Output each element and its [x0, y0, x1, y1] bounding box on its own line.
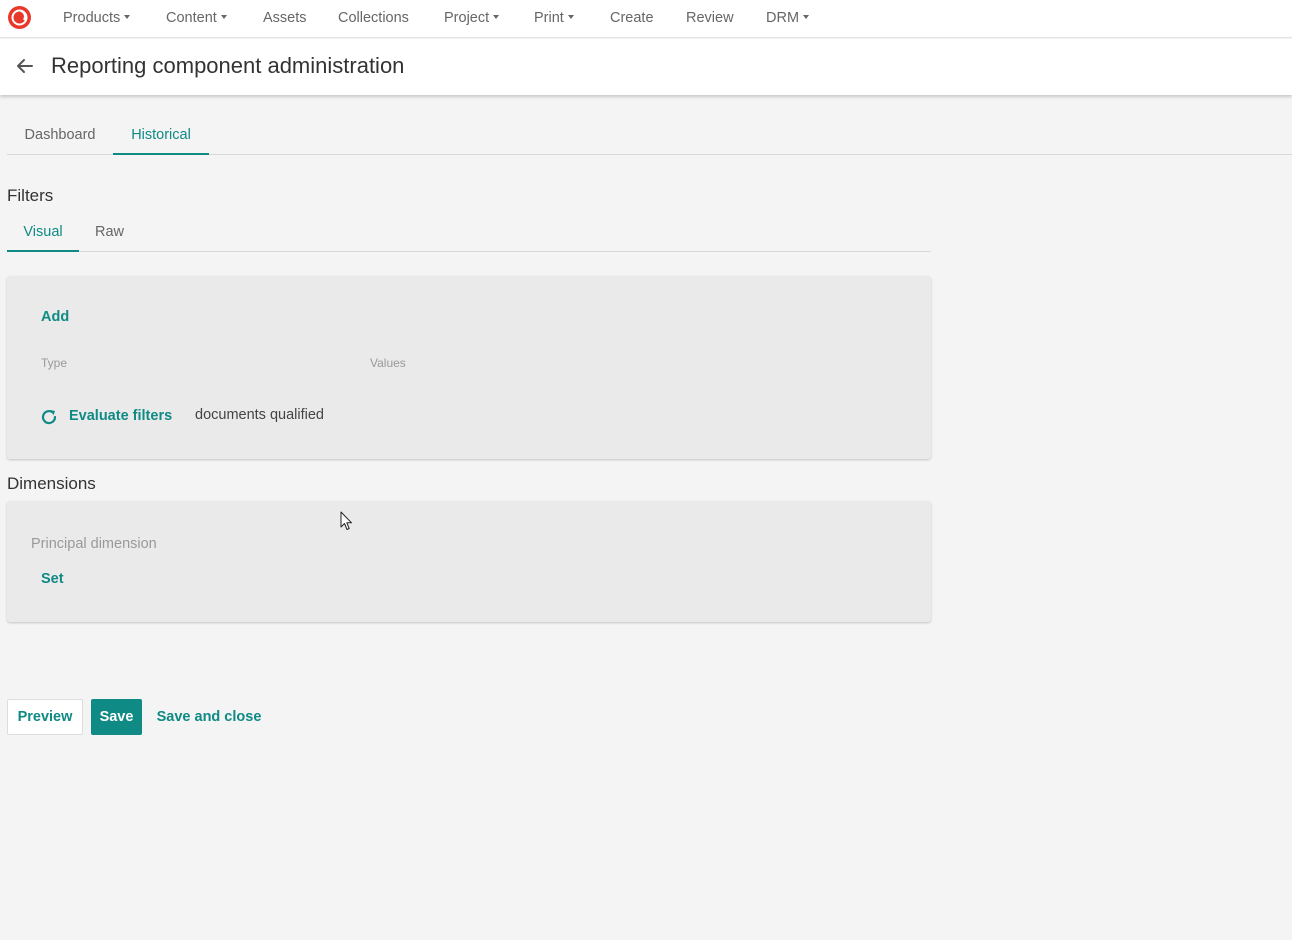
- caret-down-icon: [567, 15, 574, 20]
- add-filter-button[interactable]: Add: [41, 309, 69, 325]
- refresh-icon[interactable]: [39, 407, 59, 427]
- qualified-count-text: documents qualified: [195, 407, 324, 423]
- nav-project[interactable]: Project: [444, 0, 500, 38]
- nav-label: Project: [444, 10, 490, 26]
- nav-assets[interactable]: Assets: [263, 0, 307, 38]
- type-column-header: Type: [41, 356, 68, 370]
- nav-label: Create: [610, 10, 654, 26]
- top-navigation: Products Content Assets Collections Proj…: [0, 0, 1292, 38]
- filters-title: Filters: [7, 186, 54, 205]
- nav-label: Collections: [338, 10, 409, 26]
- app-logo-icon[interactable]: [7, 5, 32, 30]
- nav-review[interactable]: Review: [686, 0, 734, 38]
- nav-label: DRM: [766, 10, 800, 26]
- caret-down-icon: [493, 15, 500, 20]
- nav-label: Products: [63, 10, 121, 26]
- caret-down-icon: [803, 15, 810, 20]
- principal-dimension-label: Principal dimension: [31, 536, 157, 552]
- nav-label: Print: [534, 10, 564, 26]
- tab-dashboard[interactable]: Dashboard: [7, 115, 113, 155]
- caret-down-icon: [124, 15, 131, 20]
- evaluate-filters-button[interactable]: Evaluate filters: [69, 408, 172, 424]
- main-tabs: Dashboard Historical: [7, 115, 1292, 155]
- set-dimension-button[interactable]: Set: [41, 571, 64, 587]
- tab-visual[interactable]: Visual: [7, 212, 79, 252]
- save-button[interactable]: Save: [91, 699, 142, 735]
- page-title: Reporting component administration: [51, 53, 405, 78]
- tab-raw[interactable]: Raw: [79, 212, 140, 252]
- nav-drm[interactable]: DRM: [766, 0, 810, 38]
- tab-historical[interactable]: Historical: [113, 115, 209, 155]
- mouse-cursor-icon: [340, 511, 352, 530]
- nav-content[interactable]: Content: [166, 0, 227, 38]
- dimensions-panel: Principal dimension Set: [7, 501, 931, 622]
- nav-products[interactable]: Products: [63, 0, 131, 38]
- nav-label: Review: [686, 10, 734, 26]
- filters-panel: Add Type Values Evaluate filters documen…: [7, 276, 931, 459]
- nav-label: Assets: [263, 10, 307, 26]
- caret-down-icon: [220, 15, 227, 20]
- preview-button[interactable]: Preview: [7, 699, 83, 735]
- values-column-header: Values: [370, 356, 406, 370]
- nav-create[interactable]: Create: [610, 0, 654, 38]
- nav-label: Content: [166, 10, 217, 26]
- nav-collections[interactable]: Collections: [338, 0, 409, 38]
- nav-print[interactable]: Print: [534, 0, 574, 38]
- save-and-close-button[interactable]: Save and close: [154, 699, 264, 735]
- filters-tabs: Visual Raw: [7, 212, 931, 252]
- page-header: Reporting component administration: [0, 39, 1292, 95]
- dimensions-title: Dimensions: [7, 474, 96, 493]
- back-arrow-icon[interactable]: [14, 55, 36, 77]
